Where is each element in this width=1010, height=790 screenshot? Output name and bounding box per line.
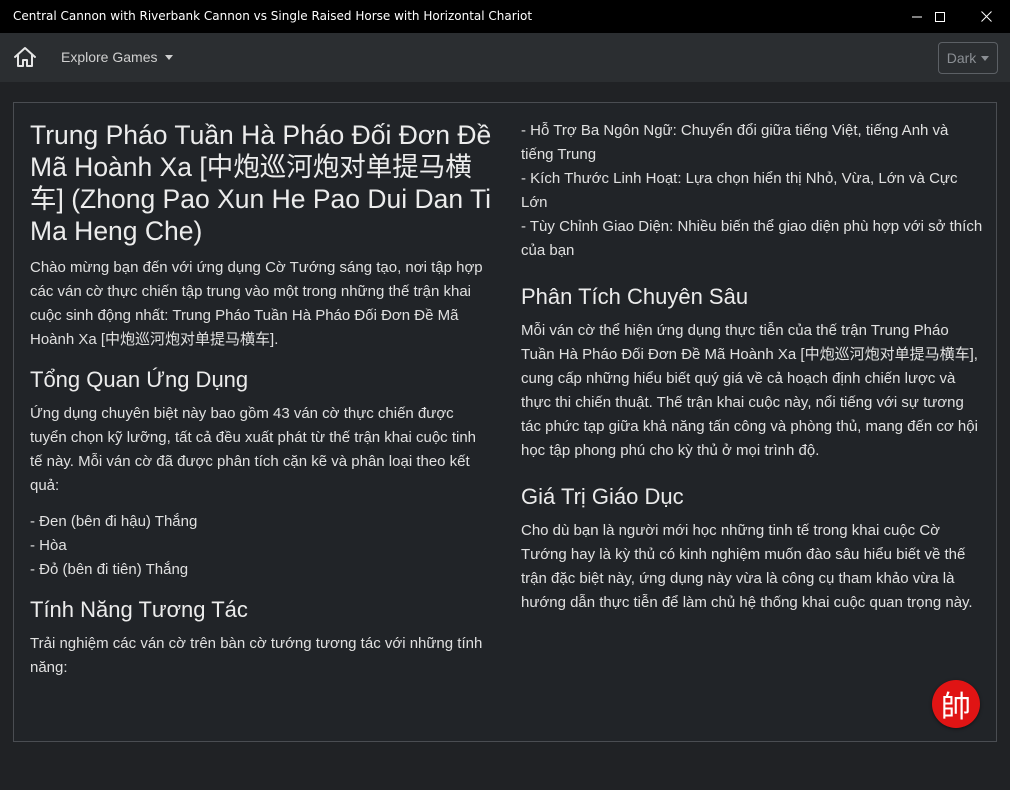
- home-icon: [14, 47, 36, 67]
- feature-item: - Tùy Chỉnh Giao Diện: Nhiều biến thể gi…: [521, 218, 983, 259]
- features-heading: Tính Năng Tương Tác: [30, 597, 248, 622]
- badge-glyph: 帥: [941, 690, 971, 725]
- home-button[interactable]: [12, 45, 38, 69]
- maximize-icon: [935, 11, 945, 22]
- analysis-heading: Phân Tích Chuyên Sâu: [521, 284, 749, 309]
- explore-games-label: Explore Games: [61, 49, 158, 65]
- result-item: - Đỏ (bên đi tiên) Thắng: [30, 561, 189, 578]
- chevron-down-icon: [981, 55, 990, 61]
- content-panel: Trung Pháo Tuần Hà Pháo Đối Đơn Đề Mã Ho…: [13, 102, 997, 742]
- theme-dropdown[interactable]: Dark: [938, 42, 998, 74]
- close-icon: [980, 11, 992, 22]
- overview-heading: Tổng Quan Ứng Dụng: [30, 367, 249, 392]
- education-heading: Giá Trị Giáo Dục: [521, 484, 684, 509]
- overview-text: Ứng dụng chuyên biệt này bao gồm 43 ván …: [30, 405, 477, 494]
- chevron-down-icon: [165, 54, 174, 60]
- close-button[interactable]: [963, 0, 1009, 33]
- feature-item: - Hỗ Trợ Ba Ngôn Ngữ: Chuyển đổi giữa ti…: [521, 122, 949, 163]
- maximize-button[interactable]: [917, 0, 963, 33]
- window-titlebar: Central Cannon with Riverbank Cannon vs …: [0, 0, 1010, 33]
- education-text: Cho dù bạn là người mới học những tinh t…: [521, 522, 973, 611]
- theme-label: Dark: [946, 50, 977, 66]
- explore-games-dropdown[interactable]: Explore Games: [61, 49, 174, 65]
- result-item: - Hòa: [30, 537, 67, 554]
- right-column: - Hỗ Trợ Ba Ngôn Ngữ: Chuyển đổi giữa ti…: [521, 103, 983, 615]
- page-title: Trung Pháo Tuần Hà Pháo Đối Đơn Đề Mã Ho…: [30, 120, 492, 246]
- feature-item: - Kích Thước Linh Hoạt: Lựa chọn hiển th…: [521, 170, 958, 211]
- left-column: Trung Pháo Tuần Hà Pháo Đối Đơn Đề Mã Ho…: [30, 103, 492, 680]
- intro-text: Chào mừng bạn đến với ứng dụng Cờ Tướng …: [30, 259, 483, 348]
- result-item: - Đen (bên đi hậu) Thắng: [30, 513, 198, 530]
- features-text: Trải nghiệm các ván cờ trên bàn cờ tướng…: [30, 635, 483, 676]
- analysis-text: Mỗi ván cờ thể hiện ứng dụng thực tiễn c…: [521, 322, 978, 459]
- window-title: Central Cannon with Riverbank Cannon vs …: [13, 9, 533, 23]
- navbar: Explore Games Dark: [0, 33, 1010, 82]
- general-piece-badge[interactable]: 帥: [932, 680, 980, 728]
